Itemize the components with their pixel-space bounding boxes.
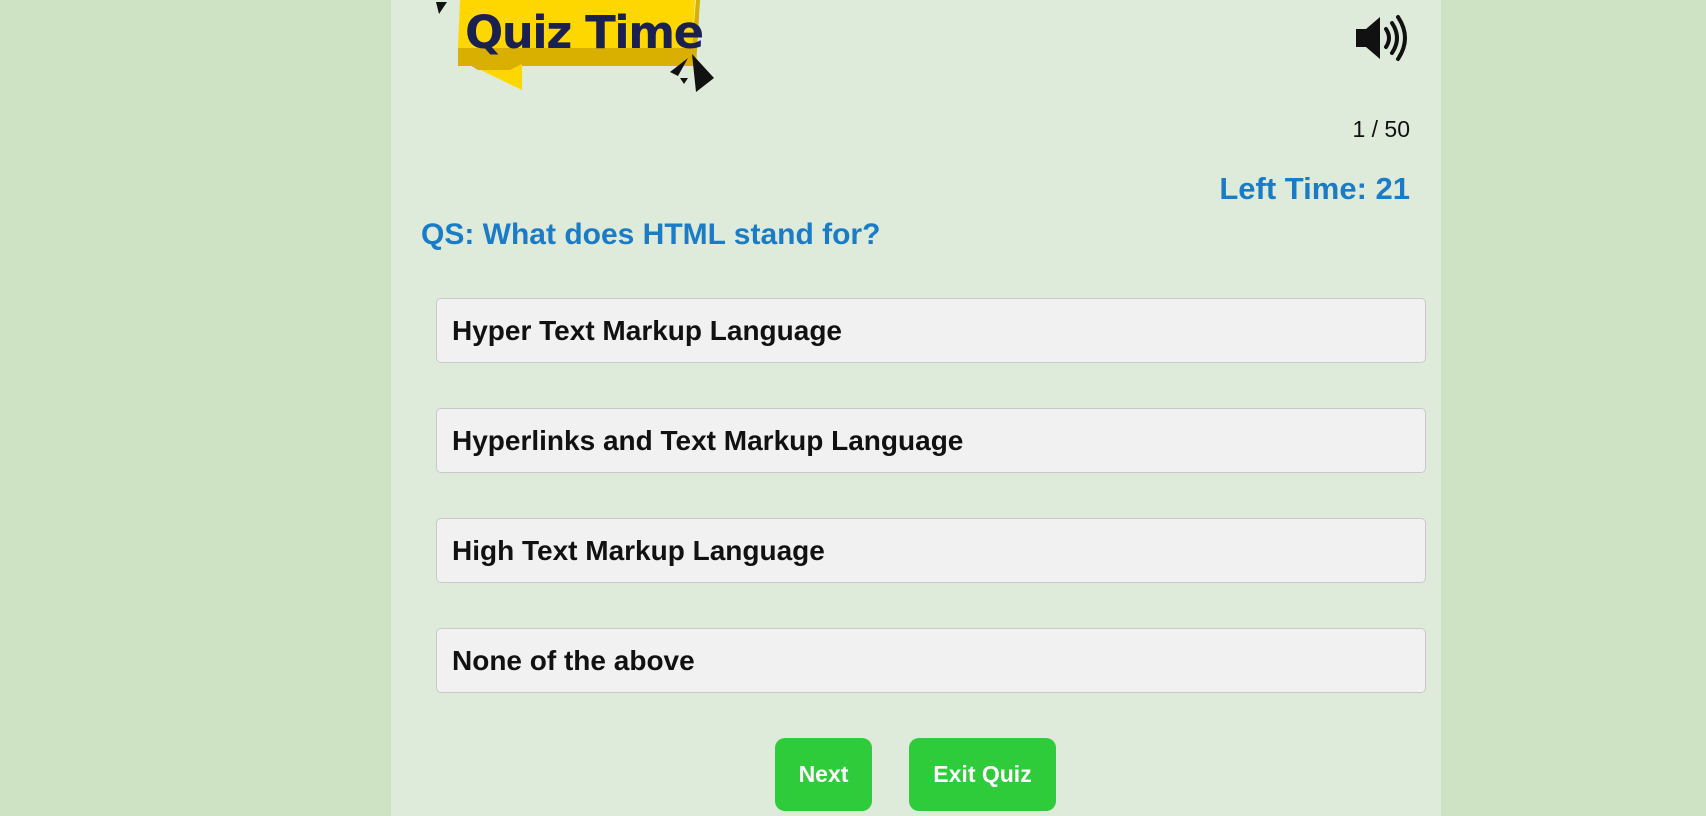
question-counter: 1 / 50 bbox=[1352, 116, 1410, 142]
next-button[interactable]: Next bbox=[775, 738, 872, 811]
logo-text: Quiz Time bbox=[465, 6, 704, 59]
time-left: Left Time: 21 bbox=[1219, 171, 1410, 206]
question-text: QS: What does HTML stand for? bbox=[421, 218, 881, 251]
answer-option-4[interactable]: None of the above bbox=[436, 628, 1426, 693]
answer-options: Hyper Text Markup Language Hyperlinks an… bbox=[436, 298, 1426, 738]
speaker-icon[interactable] bbox=[1354, 13, 1414, 63]
answer-option-2[interactable]: Hyperlinks and Text Markup Language bbox=[436, 408, 1426, 473]
quiz-time-logo: Quiz Time bbox=[430, 0, 720, 96]
exit-quiz-button[interactable]: Exit Quiz bbox=[909, 738, 1056, 811]
answer-option-3[interactable]: High Text Markup Language bbox=[436, 518, 1426, 583]
answer-option-1[interactable]: Hyper Text Markup Language bbox=[436, 298, 1426, 363]
